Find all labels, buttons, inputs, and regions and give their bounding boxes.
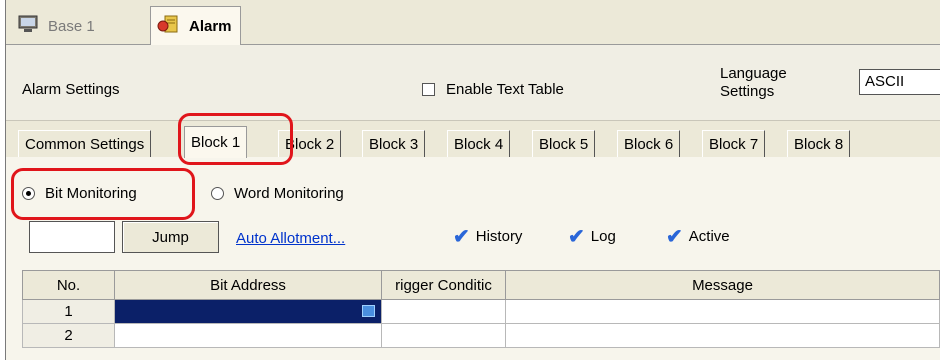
word-monitoring-radio[interactable]: Word Monitoring: [211, 185, 344, 202]
tab-label: Alarm: [189, 17, 232, 35]
bit-monitoring-label: Bit Monitoring: [45, 185, 137, 202]
alarm-editor-window: Base 1 Alarm Alarm Settings Enable Text …: [5, 0, 940, 360]
language-settings-label: Language Settings: [720, 65, 787, 101]
message-cell[interactable]: [505, 299, 940, 324]
checkmark-icon: ✔: [568, 225, 585, 248]
block-tab-bar: Common Settings Block 1 Block 2 Block 3 …: [6, 121, 940, 158]
checkmark-icon: ✔: [453, 225, 470, 248]
alarm-table: No. Bit Address rigger Conditic Message …: [22, 270, 940, 348]
alarm-settings-title: Alarm Settings: [22, 81, 120, 98]
tab-base-1[interactable]: Base 1: [18, 8, 95, 44]
tab-common-settings[interactable]: Common Settings: [18, 130, 152, 157]
language-label-line1: Language: [720, 65, 787, 82]
bit-monitoring-radio[interactable]: Bit Monitoring: [22, 185, 137, 202]
jump-button[interactable]: Jump: [122, 221, 219, 253]
tab-block-3[interactable]: Block 3: [362, 130, 426, 157]
log-toggle[interactable]: ✔ Log: [568, 225, 616, 248]
checkmark-icon: ✔: [666, 225, 683, 248]
table-header-row: No. Bit Address rigger Conditic Message: [22, 270, 940, 300]
tab-alarm[interactable]: Alarm: [150, 6, 241, 45]
history-label: History: [475, 228, 523, 245]
language-select[interactable]: ASCII: [859, 69, 940, 95]
tab-block-8[interactable]: Block 8: [787, 130, 851, 157]
col-header-message[interactable]: Message: [505, 270, 940, 300]
message-cell[interactable]: [505, 323, 940, 348]
history-toggle[interactable]: ✔ History: [453, 225, 523, 248]
screen-icon: [18, 15, 38, 37]
block-1-panel: Bit Monitoring Word Monitoring Jump Auto…: [6, 157, 940, 360]
auto-allotment-link[interactable]: Auto Allotment...: [236, 230, 345, 247]
radio-unselected[interactable]: [211, 187, 224, 200]
active-toggle[interactable]: ✔ Active: [666, 225, 730, 248]
jump-number-input[interactable]: [29, 221, 115, 253]
language-label-line2: Settings: [720, 83, 775, 100]
bit-address-cell[interactable]: [114, 299, 382, 324]
address-input-icon[interactable]: [362, 305, 375, 317]
tab-block-6[interactable]: Block 6: [617, 130, 681, 157]
tab-block-2[interactable]: Block 2: [278, 130, 342, 157]
bit-address-cell[interactable]: [114, 323, 382, 348]
alarm-icon: [157, 14, 179, 38]
col-header-bit-address[interactable]: Bit Address: [114, 270, 382, 300]
table-row[interactable]: 2: [22, 323, 940, 348]
row-number: 2: [22, 323, 115, 348]
trigger-condition-cell[interactable]: [381, 323, 506, 348]
log-label: Log: [590, 228, 616, 245]
checkbox-box[interactable]: [422, 83, 435, 96]
enable-text-table-label: Enable Text Table: [446, 81, 564, 98]
screen-tab-bar: Base 1 Alarm: [6, 0, 940, 45]
tab-block-5[interactable]: Block 5: [532, 130, 596, 157]
table-row[interactable]: 1: [22, 299, 940, 324]
trigger-condition-cell[interactable]: [381, 299, 506, 324]
tab-label: Base 1: [48, 17, 95, 35]
word-monitoring-label: Word Monitoring: [234, 185, 344, 202]
active-label: Active: [688, 228, 730, 245]
alarm-settings-bar: Alarm Settings Enable Text Table Languag…: [6, 45, 940, 121]
radio-selected[interactable]: [22, 187, 35, 200]
col-header-no[interactable]: No.: [22, 270, 115, 300]
tab-block-1[interactable]: Block 1: [184, 126, 248, 158]
tab-block-7[interactable]: Block 7: [702, 130, 766, 157]
tab-block-4[interactable]: Block 4: [447, 130, 511, 157]
enable-text-table-checkbox[interactable]: Enable Text Table: [422, 81, 564, 98]
col-header-trigger-condition[interactable]: rigger Conditic: [381, 270, 506, 300]
row-number: 1: [22, 299, 115, 324]
